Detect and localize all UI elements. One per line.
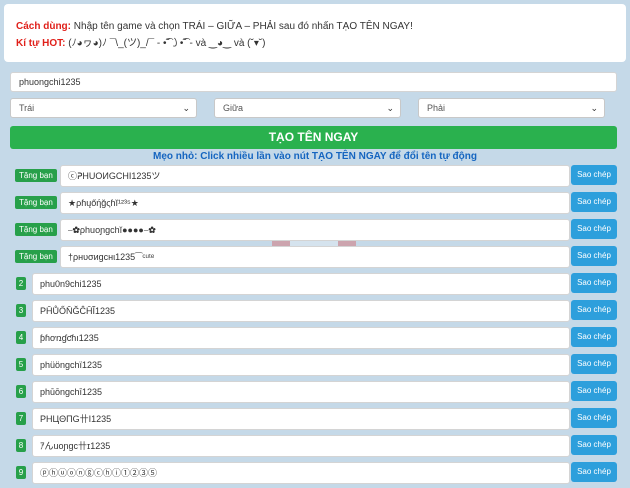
generated-name-field[interactable]: ⓒᕈHUOИGCHI1235ツ: [60, 165, 570, 187]
generated-row: 3 PĤŮŐŇĞĈĤĨ1235 Sao chép: [10, 300, 617, 322]
gift-tag: Tặng bạn: [15, 196, 57, 209]
chevron-down-icon: ⌄: [386, 103, 394, 113]
copy-button[interactable]: Sao chép: [571, 165, 617, 185]
generated-name-field[interactable]: ƥɦơռɠƈɦı1235: [32, 327, 570, 349]
gift-tag: Tặng bạn: [15, 169, 57, 182]
generated-row: 2 phu0n9chi1235 Sao chép: [10, 273, 617, 295]
right-select[interactable]: Phải ⌄: [418, 98, 605, 118]
left-select[interactable]: Trái ⌄: [10, 98, 197, 118]
copy-button[interactable]: Sao chép: [571, 435, 617, 455]
usage-text: Nhập tên game và chọn TRÁI – GIỮA – PHẢI…: [73, 21, 413, 32]
generated-row: 6 phūōngchī1235 Sao chép: [10, 381, 617, 403]
generated-row: 7 PHЦΘПG卄Ι1235 Sao chép: [10, 408, 617, 430]
generated-row: 5 phüöngchï1235 Sao chép: [10, 354, 617, 376]
row-number: 4: [16, 331, 26, 344]
generated-name-field[interactable]: phūōngchī1235: [32, 381, 570, 403]
gift-tag: Tặng bạn: [15, 223, 57, 236]
hot-label: Kí tự HOT:: [16, 38, 66, 49]
generated-name-field[interactable]: †ρнυσиgcнι1235⁀ᶜᵘᵗᵉ: [60, 246, 570, 268]
left-select-value: Trái: [19, 103, 35, 113]
copy-button[interactable]: Sao chép: [571, 300, 617, 320]
instructions-box: Cách dùng: Nhập tên game và chọn TRÁI – …: [4, 4, 626, 62]
gift-tag: Tặng bạn: [15, 250, 57, 263]
copy-button[interactable]: Sao chép: [571, 354, 617, 374]
copy-button[interactable]: Sao chép: [571, 246, 617, 266]
copy-button[interactable]: Sao chép: [571, 462, 617, 482]
row-number: 9: [16, 466, 26, 479]
copy-button[interactable]: Sao chép: [571, 192, 617, 212]
generated-row: 8 ｱんuoɲgc卄ɪ1235 Sao chép: [10, 435, 617, 457]
row-number: 6: [16, 385, 26, 398]
chevron-down-icon: ⌄: [590, 103, 598, 113]
generated-name-field[interactable]: ⓟⓗⓤⓞⓝⓖⓒⓗⓘ①②③⑤: [32, 462, 570, 484]
generated-name-field[interactable]: ｱんuoɲgc卄ɪ1235: [32, 435, 570, 457]
generated-name-field[interactable]: ⎯✿ρhuoɲgchĭ●●●●⎯✿: [60, 219, 570, 241]
copy-button[interactable]: Sao chép: [571, 381, 617, 401]
copy-button[interactable]: Sao chép: [571, 408, 617, 428]
hot-chars-text: (ﾉ◕ヮ◕)ﾉ ¯\_(ツ)_/¯ - •͡˘㇁•͡˘ - và ‿◕‿ và …: [68, 38, 266, 49]
row-number: 8: [16, 439, 26, 452]
copy-button[interactable]: Sao chép: [571, 219, 617, 239]
copy-button[interactable]: Sao chép: [571, 273, 617, 293]
generated-row: 9 ⓟⓗⓤⓞⓝⓖⓒⓗⓘ①②③⑤ Sao chép: [10, 462, 617, 484]
game-name-input[interactable]: [10, 72, 617, 92]
featured-row: Tặng bạn ★ρɦųőήğςɦĭ¹²³⁵★ Sao chép: [10, 192, 617, 214]
featured-row: Tặng bạn †ρнυσиgcнι1235⁀ᶜᵘᵗᵉ Sao chép: [10, 246, 617, 268]
row-number: 2: [16, 277, 26, 290]
usage-label: Cách dùng:: [16, 21, 71, 32]
copy-button[interactable]: Sao chép: [571, 327, 617, 347]
row-number: 5: [16, 358, 26, 371]
chevron-down-icon: ⌄: [182, 103, 190, 113]
generated-name-field[interactable]: ★ρɦųőήğςɦĭ¹²³⁵★: [60, 192, 570, 214]
right-select-value: Phải: [427, 103, 446, 113]
generated-name-field[interactable]: phu0n9chi1235: [32, 273, 570, 295]
featured-row: Tặng bạn ⓒᕈHUOИGCHI1235ツ Sao chép: [10, 165, 617, 187]
featured-row: Tặng bạn ⎯✿ρhuoɲgchĭ●●●●⎯✿ Sao chép: [10, 219, 617, 241]
generated-name-field[interactable]: PĤŮŐŇĞĈĤĨ1235: [32, 300, 570, 322]
row-number: 7: [16, 412, 26, 425]
middle-select[interactable]: Giữa ⌄: [214, 98, 401, 118]
generated-row: 4 ƥɦơռɠƈɦı1235 Sao chép: [10, 327, 617, 349]
middle-select-value: Giữa: [223, 103, 244, 113]
hot-chars-line: Kí tự HOT: (ﾉ◕ヮ◕)ﾉ ¯\_(ツ)_/¯ - •͡˘㇁•͡˘ -…: [16, 35, 616, 52]
generated-name-field[interactable]: PHЦΘПG卄Ι1235: [32, 408, 570, 430]
row-number: 3: [16, 304, 26, 317]
usage-line: Cách dùng: Nhập tên game và chọn TRÁI – …: [16, 18, 616, 35]
generate-name-button[interactable]: TẠO TÊN NGAY: [10, 126, 617, 149]
generated-name-field[interactable]: phüöngchï1235: [32, 354, 570, 376]
tip-text: Mẹo nhỏ: Click nhiều lần vào nút TẠO TÊN…: [153, 151, 477, 162]
